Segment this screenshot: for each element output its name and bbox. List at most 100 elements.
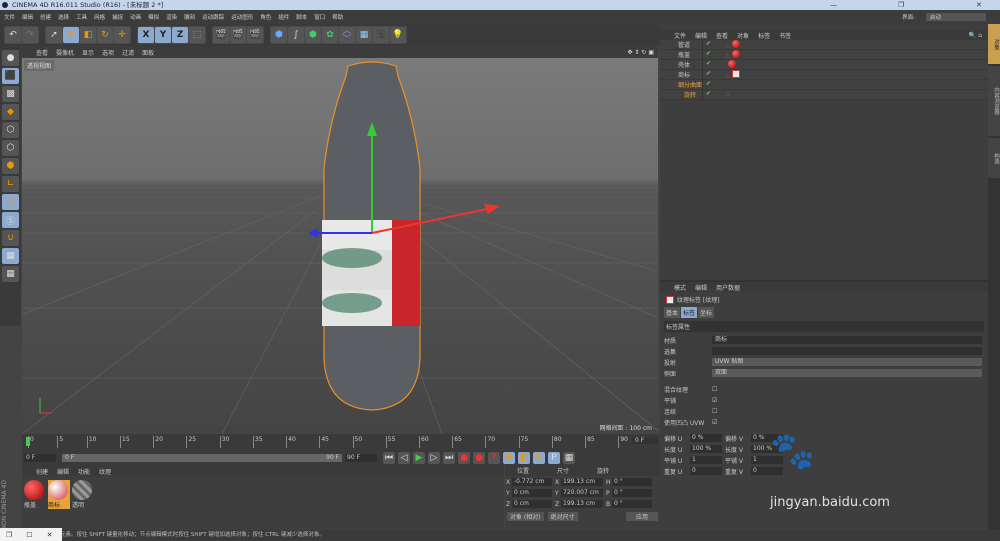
side-tab-structure[interactable]: 构造	[988, 138, 1000, 178]
tiles-u-field[interactable]: 1	[690, 456, 722, 464]
layout-select[interactable]: 启动	[926, 13, 986, 21]
tab-tag[interactable]: 标签	[681, 307, 698, 318]
viewport-menu-display[interactable]: 显示	[82, 48, 94, 57]
close-icon[interactable]: ✕	[47, 531, 53, 539]
menu-tools[interactable]: 工具	[76, 13, 87, 21]
menu-character[interactable]: 角色	[260, 13, 271, 21]
menu-simulate[interactable]: 模拟	[148, 13, 159, 21]
tag-icons[interactable]: ∴	[726, 91, 730, 98]
selection-field[interactable]	[712, 347, 982, 355]
coordinate-system-button[interactable]: ⬚	[189, 27, 205, 43]
bottle-model[interactable]	[322, 61, 421, 411]
render-picture-viewer-button[interactable]: 🎬	[230, 27, 246, 43]
key-rotation-button[interactable]: ↻	[533, 452, 545, 464]
play-button[interactable]: ▶	[413, 452, 425, 464]
visibility-flags[interactable]: ✔	[702, 39, 726, 50]
undo-button[interactable]: ↶	[5, 27, 21, 43]
menu-mograph[interactable]: 运动图形	[231, 13, 253, 21]
visibility-flags[interactable]: ✔	[702, 49, 726, 60]
menu-file[interactable]: 文件	[4, 13, 15, 21]
prev-key-button[interactable]: ◁	[398, 452, 410, 464]
subdivision-surface-button[interactable]: ⬢	[305, 27, 321, 43]
menu-window[interactable]: 窗口	[314, 13, 325, 21]
spline-pen-button[interactable]: ∫	[288, 27, 304, 43]
am-menu-mode[interactable]: 模式	[674, 283, 686, 292]
z-axis-button[interactable]: Z	[172, 27, 188, 43]
key-parameter-button[interactable]: P	[548, 452, 560, 464]
search-icon[interactable]: 🔍 ⌂	[969, 32, 982, 39]
viewport-nav-icons[interactable]: ✥ ⇕ ↻ ▣	[628, 49, 654, 56]
tag-icons[interactable]: ∴	[726, 39, 740, 50]
repeat-u-field[interactable]: 0	[690, 467, 722, 475]
key-position-button[interactable]: ✥	[503, 452, 515, 464]
render-settings-button[interactable]: 🎬	[247, 27, 263, 43]
edges-mode-button[interactable]: ⬡	[2, 140, 19, 156]
position-field[interactable]: 0 cm	[512, 500, 552, 508]
record-button[interactable]: ●	[458, 452, 470, 464]
use-uvw-bump-checkbox[interactable]: ☑	[712, 419, 717, 426]
workplane-mode-button[interactable]: ◆	[2, 104, 19, 120]
texture-mode-button[interactable]: ▩	[2, 86, 19, 102]
keyframe-selection-button[interactable]: ?	[488, 452, 500, 464]
position-field[interactable]: 0 cm	[512, 489, 552, 497]
light-button[interactable]: 💡	[390, 27, 406, 43]
mix-textures-checkbox[interactable]: ☐	[712, 386, 717, 393]
scale-tool-button[interactable]: ◧	[80, 27, 96, 43]
y-axis-button[interactable]: Y	[155, 27, 171, 43]
end-frame-field[interactable]: 90 F	[345, 454, 377, 462]
material-swatch[interactable]: 商标	[48, 480, 70, 509]
menu-script[interactable]: 脚本	[296, 13, 307, 21]
tag-icons[interactable]	[726, 59, 736, 70]
size-field[interactable]: 720.007 cm	[561, 489, 603, 497]
om-menu-view[interactable]: 查看	[716, 31, 728, 40]
menu-select[interactable]: 选择	[58, 13, 69, 21]
rotate-tool-button[interactable]: ↻	[97, 27, 113, 43]
goto-start-button[interactable]: ⏮	[383, 452, 395, 464]
menu-snap[interactable]: 捕捉	[112, 13, 123, 21]
array-button[interactable]: ✿	[322, 27, 338, 43]
om-menu-tags[interactable]: 标签	[758, 31, 770, 40]
coord-mode-dropdown[interactable]: 对象 (相对)	[507, 512, 544, 521]
tweak-mode-button[interactable]: 🖱	[2, 194, 19, 210]
menu-create[interactable]: 创建	[40, 13, 51, 21]
rotation-field[interactable]: 0 °	[612, 500, 652, 508]
goto-end-button[interactable]: ⏭	[443, 452, 455, 464]
visibility-flags[interactable]: ✔	[702, 69, 726, 80]
om-menu-file[interactable]: 文件	[674, 31, 686, 40]
snap-button[interactable]: ∪	[2, 230, 19, 246]
redo-button[interactable]: ↷	[22, 27, 38, 43]
key-pla-button[interactable]: ▦	[563, 452, 575, 464]
size-mode-dropdown[interactable]: 绝对尺寸	[547, 512, 578, 521]
select-tool-button[interactable]: ➚	[46, 27, 62, 43]
object-row[interactable]: 细分曲面 ✔	[660, 79, 988, 90]
viewport-menu-view[interactable]: 查看	[36, 48, 48, 57]
live-select-button[interactable]: ✛	[114, 27, 130, 43]
mat-menu-create[interactable]: 创建	[36, 467, 48, 476]
tile-checkbox[interactable]: ☑	[712, 397, 717, 404]
tag-icons[interactable]: ∴	[726, 49, 740, 60]
start-frame-field[interactable]: 0 F	[24, 454, 56, 462]
apply-button[interactable]: 应用	[625, 512, 658, 521]
menu-sculpt[interactable]: 雕刻	[184, 13, 195, 21]
viewport-menu-options[interactable]: 选项	[102, 48, 114, 57]
cube-button[interactable]: ⬢	[271, 27, 287, 43]
projection-dropdown[interactable]: UVW 贴图	[712, 358, 982, 366]
floor-button[interactable]: ▦	[356, 27, 372, 43]
menu-help[interactable]: 帮助	[332, 13, 343, 21]
om-menu-bookmarks[interactable]: 书签	[779, 31, 791, 40]
close-button[interactable]: ✕	[976, 0, 982, 10]
material-swatch[interactable]: 透明	[72, 480, 94, 509]
rotation-field[interactable]: 0 °	[612, 489, 652, 497]
object-row[interactable]: 商标 ✔ ∴	[660, 69, 988, 80]
solo-button[interactable]: Ⓢ	[2, 212, 19, 228]
minimize-button[interactable]: —	[830, 0, 837, 10]
move-tool-button[interactable]: ✥	[63, 27, 79, 43]
restore-button[interactable]: ❐	[898, 0, 904, 10]
offset-u-field[interactable]: 0 %	[690, 434, 722, 442]
range-slider[interactable]: 0 F 90 F	[62, 454, 342, 462]
points-mode-button[interactable]: ⬡	[2, 122, 19, 138]
make-editable-button[interactable]: ●	[2, 50, 19, 66]
model-mode-button[interactable]: ⬛	[2, 68, 19, 84]
material-swatch[interactable]: 瓶盖	[24, 480, 46, 509]
tab-basic[interactable]: 基本	[664, 307, 681, 318]
